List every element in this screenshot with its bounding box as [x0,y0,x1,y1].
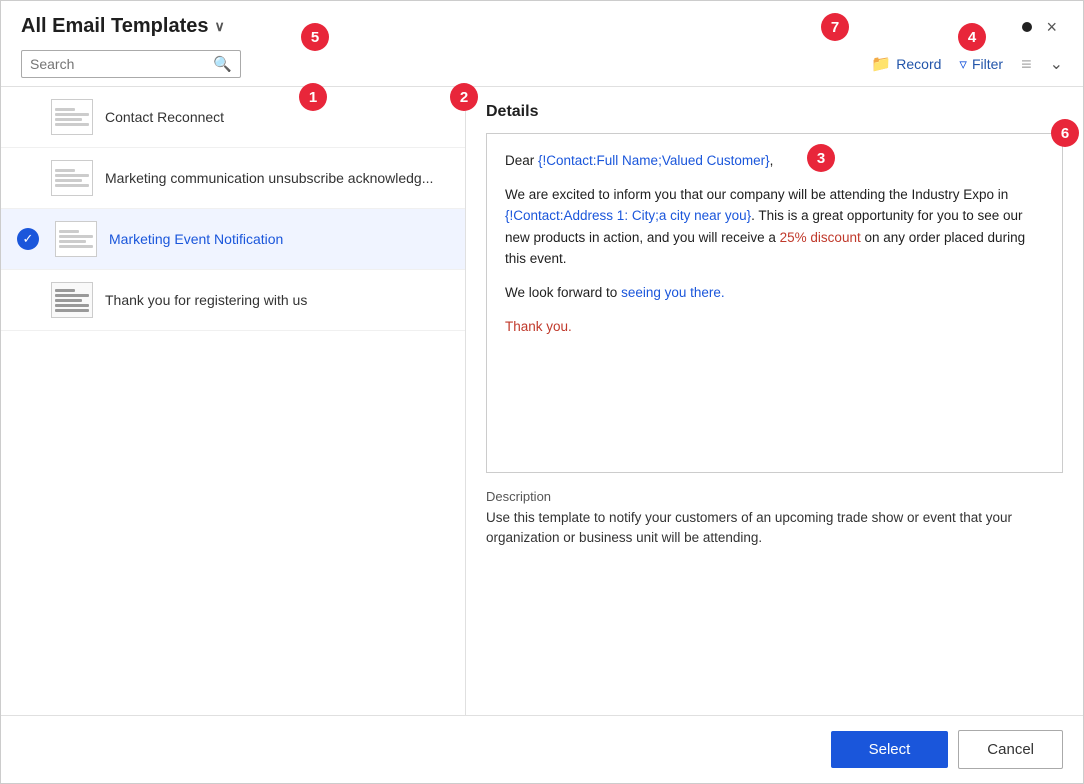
main-content: Contact Reconnect Marketing communicatio… [1,86,1083,715]
template-item-4[interactable]: Thank you for registering with us [1,270,465,331]
toolbar-row: 🔍 📁 Record ▿ Filter ≡ ⌄ [1,46,1083,86]
template-name-4: Thank you for registering with us [105,292,307,308]
highlight-discount: 25% discount [780,230,861,245]
template-icon-4 [51,282,93,318]
record-icon: 📁 [871,54,891,74]
toolbar-actions: 📁 Record ▿ Filter ≡ ⌄ [871,54,1063,75]
email-preview[interactable]: Dear {!Contact:Full Name;Valued Customer… [486,133,1063,473]
template-name-2: Marketing communication unsubscribe ackn… [105,170,433,186]
filter-icon: ▿ [959,55,967,73]
template-item-1[interactable]: Contact Reconnect [1,87,465,148]
email-line-3: We look forward to seeing you there. [505,282,1044,304]
search-icon[interactable]: 🔍 [213,55,232,73]
field-tag-name: {!Contact:Full Name;Valued Customer} [538,153,770,168]
template-icon-3 [55,221,97,257]
email-line-4: Thank you. [505,316,1044,338]
filter-button[interactable]: ▿ Filter [959,55,1003,73]
template-item-2[interactable]: Marketing communication unsubscribe ackn… [1,148,465,209]
email-line-1: Dear {!Contact:Full Name;Valued Customer… [505,150,1044,172]
close-button[interactable]: × [1040,16,1063,38]
toolbar-separator: ≡ [1021,54,1032,75]
field-tag-seeing: seeing you there. [621,285,725,300]
field-tag-city: {!Contact:Address 1: City;a city near yo… [505,208,751,223]
chevron-down-icon[interactable]: ⌄ [1050,54,1063,74]
search-input[interactable] [30,56,213,72]
search-container: 🔍 [21,50,241,78]
email-line-2: We are excited to inform you that our co… [505,184,1044,270]
template-name-3: Marketing Event Notification [109,231,283,247]
description-text: Use this template to notify your custome… [486,508,1063,549]
select-button[interactable]: Select [831,731,949,768]
dot-indicator [1022,22,1032,32]
dialog-header: All Email Templates ∨ × [1,1,1083,46]
check-mark-3: ✓ [17,228,39,250]
title-text: All Email Templates [21,15,208,38]
template-name-1: Contact Reconnect [105,109,224,125]
details-label: Details [486,103,1063,121]
description-section: Description Use this template to notify … [486,489,1063,549]
dialog-title: All Email Templates ∨ [21,15,225,38]
template-icon-1 [51,99,93,135]
cancel-button[interactable]: Cancel [958,730,1063,769]
details-panel: Details Dear {!Contact:Full Name;Valued … [466,87,1083,715]
title-chevron-icon[interactable]: ∨ [214,18,224,35]
email-templates-dialog: 1 2 3 4 5 6 7 All Email Templates ∨ × 🔍 … [0,0,1084,784]
record-label: Record [896,56,941,72]
dialog-footer: Select Cancel [1,715,1083,783]
description-label: Description [486,489,1063,504]
record-button[interactable]: 📁 Record [871,54,941,74]
template-item-3[interactable]: ✓ Marketing Event Notification [1,209,465,270]
template-list: Contact Reconnect Marketing communicatio… [1,87,466,715]
filter-label: Filter [972,56,1003,72]
template-icon-2 [51,160,93,196]
